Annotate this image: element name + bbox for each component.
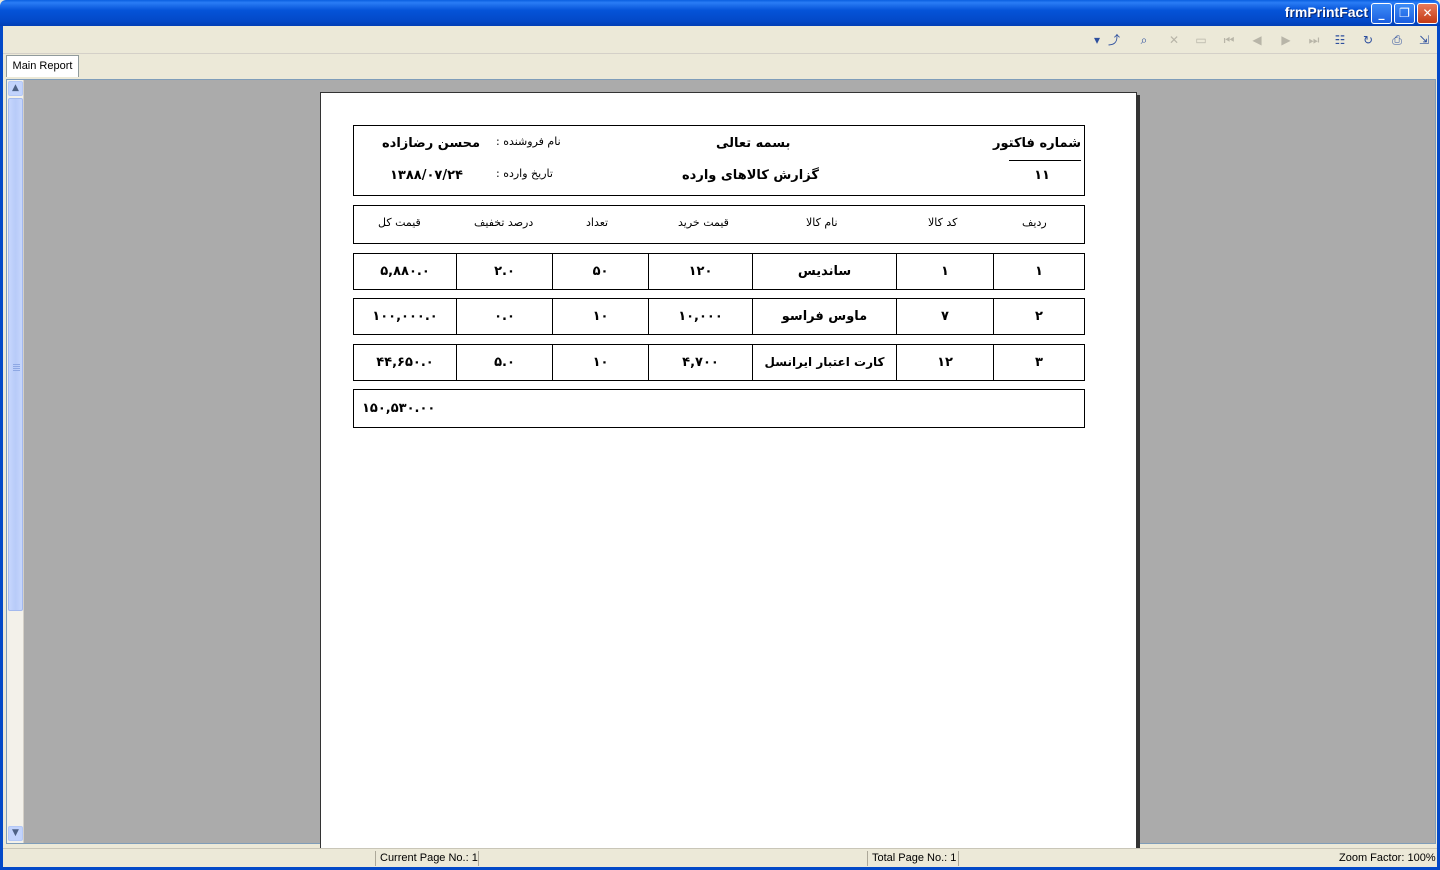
grand-total-row: ۱۵۰,۵۳۰.۰۰ bbox=[353, 389, 1085, 428]
zoom-status: Zoom Factor: 100% bbox=[1339, 852, 1436, 864]
export-report-icon[interactable]: ⇲ bbox=[1416, 32, 1432, 48]
report-toolbar: ▾ ⤴ ⌕ ✕ ▭ ⏮ ◀ ▶ ⏭ ☷ ↻ ⎙ ⇲ bbox=[3, 26, 1437, 54]
cell-qty: ۱۰ bbox=[553, 345, 649, 380]
column-header: کد کالا bbox=[928, 216, 958, 229]
column-header: تعداد bbox=[586, 216, 609, 229]
cell-total: ۴۴,۶۵۰.۰ bbox=[354, 345, 457, 380]
minimize-button[interactable]: _ bbox=[1371, 3, 1392, 24]
cell-total: ۱۰۰,۰۰۰.۰ bbox=[354, 299, 457, 334]
next-page-icon[interactable]: ▶ bbox=[1278, 32, 1294, 48]
cell-discount: ۰.۰ bbox=[457, 299, 553, 334]
export-icon[interactable]: ⤴ bbox=[1106, 32, 1122, 48]
cell-price: ۴,۷۰۰ bbox=[649, 345, 753, 380]
restore-button[interactable]: ❐ bbox=[1394, 3, 1415, 24]
column-header: قیمت کل bbox=[378, 216, 421, 229]
dropdown-arrow-icon[interactable]: ▾ bbox=[1093, 32, 1101, 48]
prev-page-icon[interactable]: ◀ bbox=[1249, 32, 1265, 48]
date-label: تاریخ وارده : bbox=[496, 167, 553, 180]
report-viewer: ▲ ▼ شماره فاکتور ۱۱ بسمه تعالی گزارش کال… bbox=[6, 79, 1436, 852]
cell-row: ۱ bbox=[1035, 264, 1043, 279]
column-header: ردیف bbox=[1022, 216, 1047, 229]
cell-name: ماوس فراسو bbox=[753, 299, 897, 334]
total-page-status: Total Page No.: 1 bbox=[872, 852, 957, 864]
report-page: شماره فاکتور ۱۱ بسمه تعالی گزارش کالاهای… bbox=[320, 92, 1137, 852]
stop-icon[interactable]: ✕ bbox=[1166, 32, 1182, 48]
column-header: قیمت خرید bbox=[678, 216, 729, 229]
invoice-number: ۱۱ bbox=[1034, 168, 1050, 183]
seller-name: محسن رضازاده bbox=[382, 136, 481, 151]
scroll-thumb[interactable] bbox=[8, 98, 23, 611]
cell-code: ۱ bbox=[897, 254, 994, 289]
vertical-scrollbar[interactable]: ▲ ▼ bbox=[7, 80, 24, 843]
binoculars-icon[interactable]: ⌕ bbox=[1136, 32, 1152, 48]
scroll-down-icon[interactable]: ▼ bbox=[8, 826, 23, 841]
column-header: نام کالا bbox=[806, 216, 838, 229]
first-page-icon[interactable]: ⏮ bbox=[1221, 32, 1237, 48]
cell-total: ۵,۸۸۰.۰ bbox=[354, 254, 457, 289]
date-value: ۱۳۸۸/۰۷/۲۴ bbox=[390, 168, 463, 183]
invoice-label: شماره فاکتور bbox=[993, 136, 1081, 151]
table-row: ۱۰۰,۰۰۰.۰ ۰.۰ ۱۰ ۱۰,۰۰۰ ماوس فراسو ۷ ۲ bbox=[353, 298, 1085, 335]
tree-icon[interactable]: ☷ bbox=[1332, 32, 1348, 48]
cell-price: ۱۰,۰۰۰ bbox=[649, 299, 753, 334]
table-row: ۵,۸۸۰.۰ ۲.۰ ۵۰ ۱۲۰ ساندیس ۱ ۱ bbox=[353, 253, 1085, 290]
cell-name: ساندیس bbox=[753, 254, 897, 289]
print-icon[interactable]: ⎙ bbox=[1389, 32, 1405, 48]
column-header: درصد تخفیف bbox=[474, 216, 534, 229]
cell-row: ۳ bbox=[1035, 355, 1043, 370]
column-header-row: ردیف کد کالا نام کالا قیمت خرید تعداد در… bbox=[353, 205, 1085, 244]
close-button[interactable]: ✕ bbox=[1417, 3, 1438, 24]
table-row: ۴۴,۶۵۰.۰ ۵.۰ ۱۰ ۴,۷۰۰ کارت اعتبار ایرانس… bbox=[353, 344, 1085, 404]
cell-qty: ۱۰ bbox=[553, 299, 649, 334]
print-layout-icon[interactable]: ▭ bbox=[1193, 32, 1209, 48]
status-bar: Current Page No.: 1 Total Page No.: 1 Zo… bbox=[3, 848, 1437, 867]
cell-code: ۱۲ bbox=[897, 345, 994, 380]
grand-total: ۱۵۰,۵۳۰.۰۰ bbox=[362, 401, 436, 416]
bismillah-text: بسمه تعالی bbox=[716, 136, 791, 151]
refresh-icon[interactable]: ↻ bbox=[1360, 32, 1376, 48]
window-title: frmPrintFact bbox=[1284, 4, 1368, 20]
report-title: گزارش کالاهای وارده bbox=[682, 168, 819, 183]
seller-label: نام فروشنده : bbox=[496, 135, 561, 148]
cell-discount: ۲.۰ bbox=[457, 254, 553, 289]
cell-code: ۷ bbox=[897, 299, 994, 334]
tab-main-report[interactable]: Main Report bbox=[6, 55, 79, 77]
cell-discount: ۵.۰ bbox=[457, 345, 553, 380]
cell-row: ۲ bbox=[1035, 309, 1043, 324]
title-bar: frmPrintFact _ ❐ ✕ bbox=[0, 0, 1440, 26]
last-page-icon[interactable]: ⏭ bbox=[1306, 32, 1322, 48]
cell-price: ۱۲۰ bbox=[649, 254, 753, 289]
tab-bar: Main Report bbox=[3, 55, 1437, 77]
cell-name: کارت اعتبار ایرانسل ۵۰۰۰ bbox=[753, 345, 897, 404]
cell-qty: ۵۰ bbox=[553, 254, 649, 289]
scroll-up-icon[interactable]: ▲ bbox=[8, 81, 23, 96]
report-header: شماره فاکتور ۱۱ بسمه تعالی گزارش کالاهای… bbox=[353, 125, 1085, 196]
current-page-status: Current Page No.: 1 bbox=[380, 852, 478, 864]
